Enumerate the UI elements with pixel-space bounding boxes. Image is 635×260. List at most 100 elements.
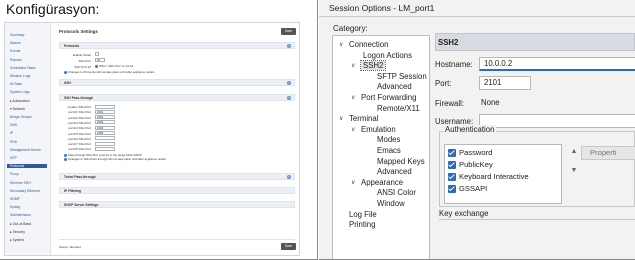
section-dhcp[interactable]: DHCP Server Settings: [59, 201, 295, 208]
tree-item-modes[interactable]: Modes: [377, 135, 400, 144]
sidebar-item[interactable]: Session Logs: [10, 74, 30, 78]
tree-item-port-forwarding[interactable]: Port Forwarding: [361, 93, 416, 102]
sidebar-item[interactable]: Subinterfaces: [10, 213, 31, 217]
category-tree[interactable]: ∨ Connection Logon Actions ∨ SSH2 SFTP Sessio…: [332, 35, 430, 259]
help-icon[interactable]: ?: [287, 81, 291, 85]
ssh-port-row-input[interactable]: [95, 146, 115, 151]
tree-item-log-file[interactable]: Log File: [349, 210, 377, 219]
sidebar-item[interactable]: Alarms: [10, 41, 21, 45]
chevron-down-icon[interactable]: ∨: [351, 62, 355, 69]
ssh-port-row-input[interactable]: 2101: [95, 109, 115, 114]
sidebar-item[interactable]: SNMP: [10, 197, 20, 201]
tree-item-sftp-session[interactable]: SFTP Session: [377, 72, 427, 81]
sidebar-item[interactable]: ▸ Automation: [10, 99, 30, 103]
chevron-down-icon[interactable]: ∨: [351, 179, 355, 186]
sidebar-item[interactable]: ▸ Out-of-Band: [10, 222, 31, 226]
username-input[interactable]: [479, 114, 635, 128]
save-button[interactable]: Save: [281, 28, 296, 35]
sidebar-item[interactable]: Reports: [10, 58, 22, 62]
section-ssh-pass-through[interactable]: SSH Pass-through ?: [59, 94, 295, 101]
sidebar-item[interactable]: IPv6: [10, 140, 17, 144]
chevron-down-icon[interactable]: ∨: [339, 41, 343, 48]
scp-option-text: When "SSH Port" is not 22: [99, 64, 134, 68]
sidebar-item[interactable]: NI Stats: [10, 82, 22, 86]
ssh-port-row-input[interactable]: 2103: [95, 120, 115, 125]
sidebar-item[interactable]: Scheduled Tasks: [10, 66, 36, 70]
ssh-port-input[interactable]: 22: [95, 58, 105, 62]
sidebar-item[interactable]: NTP: [10, 156, 17, 160]
save-button-bottom[interactable]: Save: [281, 243, 296, 250]
sidebar-item[interactable]: Secondary Ethernet: [10, 189, 40, 193]
scp-option[interactable]: When "SSH Port" is not 22: [95, 64, 133, 68]
hostname-input[interactable]: 10.0.0.2: [479, 57, 635, 71]
tree-item-appearance[interactable]: Appearance: [361, 178, 403, 187]
ssh-port-row-input[interactable]: 2105: [95, 131, 115, 135]
tree-item-ansi-color[interactable]: ANSI Color: [377, 188, 416, 197]
auth-method-row[interactable]: Keyboard Interactive: [448, 172, 529, 181]
auth-method-row[interactable]: Password: [448, 148, 492, 157]
checkbox-checked-icon[interactable]: [448, 161, 456, 169]
move-down-button[interactable]: ▼: [568, 165, 580, 177]
tree-item-emulation[interactable]: Emulation: [361, 125, 396, 134]
auth-method-row[interactable]: PublicKey: [448, 160, 493, 169]
tree-item-printing[interactable]: Printing: [349, 220, 375, 229]
tree-item-remote-x11[interactable]: Remote/X11: [377, 104, 420, 113]
tree-item-advanced[interactable]: Advanced: [377, 167, 412, 176]
sidebar-item[interactable]: Management Server: [10, 148, 41, 152]
ssh-port-row-label: port1/4 SSH Port: [68, 126, 91, 131]
help-icon[interactable]: ?: [287, 44, 291, 48]
section-telnet-pass-through[interactable]: Telnet Pass-through ?: [59, 173, 295, 180]
sidebar-item[interactable]: Proxy: [10, 172, 19, 176]
ssh-port-row-label: port1/8 SSH Port: [68, 147, 91, 152]
tree-item-logon-actions[interactable]: Logon Actions: [363, 51, 412, 60]
ssh-port-row-input[interactable]: 2102: [95, 115, 115, 120]
chevron-down-icon[interactable]: ∨: [351, 126, 355, 133]
sidebar-item[interactable]: Bridge Groups: [10, 115, 32, 119]
sidebar-item[interactable]: ▸ System: [10, 238, 24, 242]
move-up-button[interactable]: ▲: [568, 146, 580, 158]
properties-button[interactable]: Properti: [581, 146, 635, 160]
port-input[interactable]: 2101: [479, 76, 531, 90]
ssh-port-row-input[interactable]: 2104: [95, 125, 115, 130]
window-titlebar: Session Options - LM_port1: [319, 0, 635, 17]
sidebar-item[interactable]: System Logs: [10, 90, 30, 94]
sidebar-item[interactable]: Syslog: [10, 205, 20, 209]
sidebar-item[interactable]: Reverse SSH: [10, 181, 31, 185]
ssh-port-row-input[interactable]: [95, 141, 115, 146]
enable-telnet-label: Enable Telnet: [72, 53, 91, 57]
tree-item-ssh2[interactable]: SSH2: [359, 60, 387, 72]
authentication-title: Authentication: [443, 125, 497, 134]
ssh-port-row-input[interactable]: [95, 136, 115, 141]
triangle-down-icon: ▼: [570, 167, 578, 174]
section-ssh[interactable]: SSH ?: [59, 79, 295, 86]
firewall-select[interactable]: None: [481, 98, 500, 107]
sidebar-item[interactable]: DNS: [10, 123, 17, 127]
tree-item-connection[interactable]: Connection: [349, 40, 388, 49]
tree-item-window[interactable]: Window: [377, 199, 405, 208]
ssh2-settings-pane: SSH2 Hostname: 10.0.0.2 Port: 2101 Firew…: [435, 33, 635, 259]
chevron-down-icon[interactable]: ∨: [351, 94, 355, 101]
enable-telnet-checkbox[interactable]: [95, 52, 99, 56]
help-icon[interactable]: ?: [287, 96, 291, 100]
tree-item-mapped-keys[interactable]: Mapped Keys: [377, 157, 425, 166]
checkbox-checked-icon[interactable]: [448, 149, 456, 157]
auth-method-row[interactable]: GSSAPI: [448, 184, 487, 193]
ssh-port-row-input[interactable]: [95, 104, 115, 109]
tree-item-emacs[interactable]: Emacs: [377, 146, 401, 155]
auth-method-list[interactable]: Password PublicKey Keyboard Interactive GSS…: [444, 144, 562, 204]
tree-item-terminal[interactable]: Terminal: [349, 114, 378, 123]
section-ip-filtering[interactable]: IP Filtering: [59, 187, 295, 194]
checkbox-checked-icon[interactable]: [448, 185, 456, 193]
section-protocols[interactable]: Protocols ?: [59, 42, 295, 49]
help-icon[interactable]: ?: [287, 175, 291, 179]
sidebar-item[interactable]: Protocols: [7, 164, 47, 169]
tree-item-advanced[interactable]: Advanced: [377, 82, 412, 91]
sidebar-item[interactable]: IP: [10, 131, 13, 135]
checkbox-checked-icon[interactable]: [448, 173, 456, 181]
sidebar-item[interactable]: ▸ Security: [10, 230, 25, 234]
sidebar-item[interactable]: Events: [10, 49, 20, 53]
sidebar-item[interactable]: ▾ Network: [10, 107, 25, 111]
sidebar-item[interactable]: Summary: [10, 33, 25, 37]
hostname-label: Hostname:: [435, 60, 473, 69]
chevron-down-icon[interactable]: ∨: [339, 115, 343, 122]
